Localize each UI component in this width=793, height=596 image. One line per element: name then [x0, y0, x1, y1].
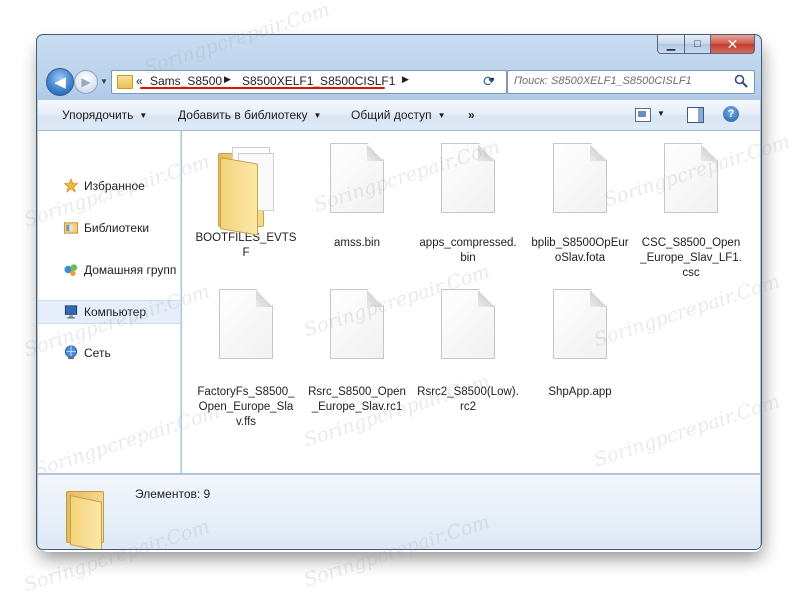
chevron-down-icon: ▼ — [313, 111, 322, 120]
item-count: Элементов: 9 — [135, 487, 211, 501]
item-name: BOOTFILES_EVTSF — [195, 232, 297, 259]
search-input[interactable]: Поиск: S8500XELF1_S8500CISLF1 — [507, 70, 755, 94]
item-name: ShpApp.app — [548, 386, 612, 398]
explorer-window: ▁ □ ✕ ◀ ▶ ▼ « Sams_S8500 ▶ S8500XELF1_S8… — [36, 34, 762, 550]
file-icon — [219, 289, 273, 359]
minimize-button[interactable]: ▁ — [657, 35, 685, 54]
command-bar: Упорядочить ▼ Добавить в библиотеку ▼ Общи… — [38, 99, 760, 131]
add-to-library-menu[interactable]: Добавить в библиотеку ▼ — [178, 108, 321, 122]
file-item[interactable]: apps_compressed.bin — [417, 143, 519, 266]
file-item[interactable]: amss.bin — [306, 143, 408, 251]
chevron-down-icon: ▼ — [437, 111, 446, 120]
sidebar-item-computer[interactable]: Компьютер — [38, 300, 180, 324]
navigation-pane: Избранное Библиотеки Домашняя групп Комп… — [38, 131, 181, 473]
sidebar-item-label: Компьютер — [84, 305, 147, 319]
breadcrumb-sams-s8500[interactable]: Sams_S8500 — [150, 74, 222, 88]
forward-arrow-icon: ▶ — [81, 75, 91, 89]
view-options-dropdown-icon[interactable]: ▼ — [657, 109, 665, 118]
sidebar-item-homegroup[interactable]: Домашняя групп — [38, 259, 180, 281]
file-icon — [330, 143, 384, 213]
folder-icon — [66, 487, 112, 549]
breadcrumb-separator-icon[interactable]: ▶ — [402, 74, 409, 85]
folder-icon — [117, 75, 133, 89]
sidebar-item-label: Избранное — [84, 179, 145, 193]
folder-icon — [216, 141, 276, 236]
back-arrow-icon: ◀ — [54, 74, 66, 91]
folder-item[interactable]: BOOTFILES_EVTSF — [195, 141, 297, 261]
sidebar-item-label: Библиотеки — [84, 221, 150, 235]
chevron-down-icon: ▼ — [139, 111, 148, 120]
close-button[interactable]: ✕ — [711, 35, 755, 54]
breadcrumb-s8500xelf1[interactable]: S8500XELF1_S8500CISLF1 — [242, 74, 395, 88]
address-overflow-chevron[interactable]: « — [136, 74, 143, 88]
item-name: bplib_S8500OpEuroSlav.fota — [531, 237, 629, 264]
file-item[interactable]: FactoryFs_S8500_Open_Europe_Slav.ffs — [195, 289, 297, 430]
add-to-library-label: Добавить в библиотеку — [178, 108, 308, 122]
sidebar-item-network[interactable]: Сеть — [38, 342, 180, 364]
file-icon — [330, 289, 384, 359]
libraries-icon — [63, 222, 79, 234]
file-icon — [441, 143, 495, 213]
file-item[interactable]: Rsrc2_S8500(Low).rc2 — [417, 289, 519, 415]
file-icon — [664, 143, 718, 213]
recent-pages-dropdown[interactable]: ▼ — [100, 77, 108, 86]
network-icon — [64, 345, 78, 360]
sidebar-item-favorites[interactable]: Избранное — [38, 175, 180, 197]
item-name: FactoryFs_S8500_Open_Europe_Slav.ffs — [197, 386, 295, 428]
search-icon[interactable] — [734, 74, 748, 88]
caption-buttons: ▁ □ ✕ — [657, 35, 755, 55]
file-item[interactable]: CSC_S8500_Open_Europe_Slav_LF1.csc — [640, 143, 742, 281]
item-name: amss.bin — [333, 237, 381, 249]
item-name: CSC_S8500_Open_Europe_Slav_LF1.csc — [640, 237, 742, 279]
sidebar-item-libraries[interactable]: Библиотеки — [38, 217, 180, 239]
details-pane: Элементов: 9 — [38, 474, 760, 549]
sidebar-item-label: Домашняя групп — [84, 263, 177, 277]
share-label: Общий доступ — [351, 108, 432, 122]
back-button[interactable]: ◀ — [46, 68, 74, 96]
item-name: apps_compressed.bin — [419, 237, 517, 264]
organize-menu[interactable]: Упорядочить ▼ — [62, 108, 147, 122]
help-icon[interactable]: ? — [723, 106, 739, 122]
maximize-button[interactable]: □ — [685, 35, 711, 54]
file-item[interactable]: ShpApp.app — [529, 289, 631, 400]
refresh-icon: ⟳ — [483, 72, 495, 89]
highlight-underline — [140, 87, 385, 89]
file-icon — [553, 289, 607, 359]
breadcrumb-separator-icon[interactable]: ▶ — [224, 74, 231, 85]
change-view-icon[interactable] — [635, 108, 651, 122]
computer-icon — [64, 305, 78, 319]
file-icon — [441, 289, 495, 359]
sidebar-item-label: Сеть — [84, 346, 111, 360]
preview-pane-icon[interactable] — [687, 107, 704, 123]
star-icon — [63, 178, 79, 193]
search-placeholder: Поиск: S8500XELF1_S8500CISLF1 — [514, 75, 692, 87]
homegroup-icon — [64, 264, 78, 277]
file-item[interactable]: bplib_S8500OpEuroSlav.fota — [529, 143, 631, 266]
address-bar[interactable]: « Sams_S8500 ▶ S8500XELF1_S8500CISLF1 ▶ … — [111, 70, 507, 94]
refresh-button[interactable]: ⟳ — [478, 70, 500, 92]
file-list: BOOTFILES_EVTSF amss.bin apps_compressed… — [182, 131, 760, 473]
item-name: Rsrc2_S8500(Low).rc2 — [417, 386, 519, 413]
organize-label: Упорядочить — [62, 108, 134, 122]
forward-button[interactable]: ▶ — [74, 70, 98, 94]
share-menu[interactable]: Общий доступ ▼ — [351, 108, 446, 122]
more-commands-button[interactable]: » — [468, 108, 475, 122]
file-item[interactable]: Rsrc_S8500_Open_Europe_Slav.rc1 — [306, 289, 408, 415]
file-icon — [553, 143, 607, 213]
item-name: Rsrc_S8500_Open_Europe_Slav.rc1 — [308, 386, 406, 413]
